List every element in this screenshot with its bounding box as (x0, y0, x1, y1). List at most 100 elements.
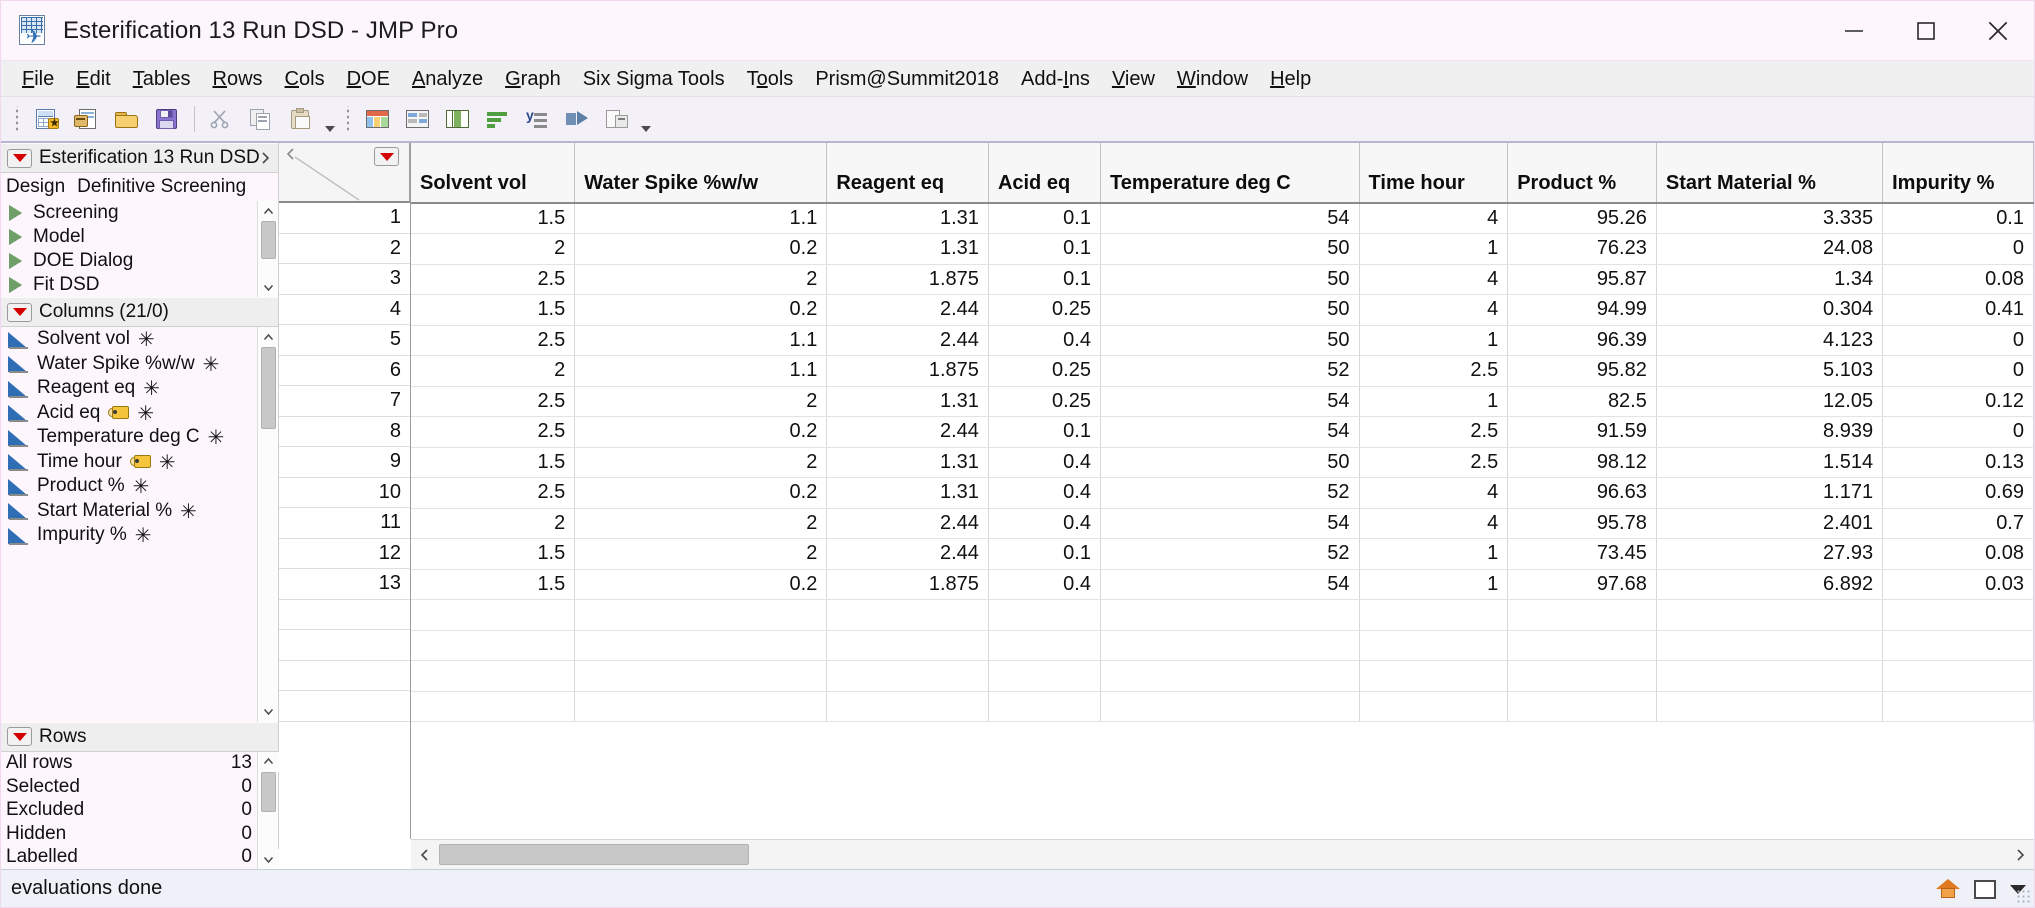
cell[interactable]: 95.26 (1507, 203, 1657, 234)
cell[interactable]: 2.5 (1359, 447, 1509, 478)
minimize-icon[interactable] (1818, 1, 1890, 61)
menu-item-tables[interactable]: Tables (122, 64, 202, 94)
cell[interactable]: 0.2 (574, 294, 828, 326)
rows-stat-selected[interactable]: Selected 0 (1, 775, 278, 799)
script-item-doe-dialog[interactable]: DOE Dialog (1, 249, 278, 273)
maximize-icon[interactable] (1890, 1, 1962, 61)
cell[interactable]: 2.44 (826, 325, 989, 356)
cell[interactable]: 4 (1359, 294, 1509, 326)
toolbar-grip-2[interactable] (344, 106, 354, 132)
cell[interactable]: 1.875 (826, 355, 989, 387)
cell[interactable]: 1.5 (411, 203, 576, 234)
cell[interactable]: 0.2 (574, 416, 828, 448)
row-number-cell[interactable]: 11 (279, 508, 410, 539)
menu-item-rows[interactable]: Rows (202, 64, 274, 94)
cell[interactable]: 1 (1359, 325, 1509, 356)
cell[interactable]: 52 (1100, 538, 1360, 570)
cell[interactable]: 94.99 (1507, 294, 1657, 326)
row-number-cell[interactable]: 8 (279, 416, 410, 447)
horizontal-scrollbar[interactable] (411, 839, 2034, 869)
cell[interactable]: 54 (1100, 416, 1360, 448)
script-item-screening[interactable]: Screening (1, 201, 278, 225)
menu-item-analyze[interactable]: Analyze (401, 64, 494, 94)
cell[interactable]: 27.93 (1656, 538, 1884, 570)
cell[interactable]: 4.123 (1656, 325, 1884, 356)
cell[interactable]: 1 (1359, 569, 1509, 600)
cell[interactable]: 1.5 (411, 569, 576, 600)
cell[interactable]: 0.08 (1882, 538, 2034, 570)
cell[interactable]: 1.171 (1656, 477, 1884, 509)
cell[interactable]: 1.31 (826, 233, 989, 265)
cell[interactable]: 0.4 (988, 569, 1101, 600)
toolbar-grip-1[interactable] (13, 106, 23, 132)
cell[interactable]: 2.44 (826, 538, 989, 570)
column-header-impurity-pct[interactable]: Impurity % (1882, 143, 2034, 204)
new-data-table-button[interactable]: ★ (29, 102, 65, 136)
cell[interactable]: 0.7 (1882, 508, 2034, 539)
column-header-temperature-deg-c[interactable]: Temperature deg C (1100, 143, 1360, 204)
columns-red-triangle-menu[interactable] (7, 302, 32, 322)
cell[interactable]: 1 (1359, 386, 1509, 417)
split-table-button[interactable] (440, 102, 476, 136)
column-header-reagent-eq[interactable]: Reagent eq (826, 143, 989, 204)
scroll-left-icon[interactable] (411, 840, 439, 870)
cell[interactable]: 8.939 (1656, 416, 1884, 448)
cell[interactable]: 1.5 (411, 447, 576, 478)
menu-item-edit[interactable]: Edit (65, 64, 121, 94)
cell[interactable]: 1.1 (574, 203, 828, 234)
cell[interactable]: 2.44 (826, 416, 989, 448)
cell[interactable]: 0.1 (1882, 203, 2034, 234)
scroll-down-icon[interactable] (257, 277, 278, 297)
column-header-acid-eq[interactable]: Acid eq (988, 143, 1101, 204)
scroll-up-icon[interactable] (257, 201, 278, 221)
cell[interactable]: 2.5 (411, 386, 576, 417)
cut-button[interactable] (204, 102, 240, 136)
copy-button[interactable] (244, 102, 280, 136)
column-item-solvent-vol[interactable]: Solvent vol ✳ (1, 327, 278, 352)
window-icon[interactable] (1974, 879, 1996, 899)
cell[interactable]: 0.08 (1882, 264, 2034, 295)
cell[interactable]: 0.2 (574, 569, 828, 600)
column-header-water-spike[interactable]: Water Spike %w/w (574, 143, 828, 204)
cell[interactable]: 24.08 (1656, 233, 1884, 265)
cell[interactable]: 0.12 (1882, 386, 2034, 417)
cell[interactable]: 82.5 (1507, 386, 1657, 417)
rows-red-triangle-menu[interactable] (7, 727, 32, 746)
cell[interactable]: 3.335 (1656, 203, 1884, 234)
menu-item-add-ins[interactable]: Add-Ins (1010, 64, 1101, 94)
cell[interactable]: 2 (411, 233, 576, 265)
cell[interactable]: 95.78 (1507, 508, 1657, 539)
column-header-product-pct[interactable]: Product % (1507, 143, 1657, 204)
cell[interactable]: 1.31 (826, 203, 989, 234)
cell[interactable]: 1.31 (826, 447, 989, 478)
menu-item-tools[interactable]: Tools (736, 64, 805, 94)
toolbar-overflow-button-1[interactable] (322, 102, 338, 136)
stack-table-button[interactable]: y (520, 102, 556, 136)
menu-item-file[interactable]: File (11, 64, 65, 94)
row-number-cell[interactable]: 9 (279, 447, 410, 478)
cell[interactable]: 1.34 (1656, 264, 1884, 295)
cell[interactable]: 4 (1359, 477, 1509, 509)
scroll-down-icon[interactable] (257, 701, 278, 722)
sort-table-button[interactable] (480, 102, 516, 136)
row-number-cell[interactable]: 3 (279, 264, 410, 295)
cell[interactable]: 2.401 (1656, 508, 1884, 539)
scroll-up-icon[interactable] (257, 327, 278, 347)
cell[interactable]: 4 (1359, 264, 1509, 295)
column-item-impurity-pct[interactable]: Impurity % ✳ (1, 523, 278, 548)
cell[interactable]: 1.514 (1656, 447, 1884, 478)
cell[interactable]: 1.5 (411, 538, 576, 570)
cell[interactable]: 2 (574, 386, 828, 417)
cell[interactable]: 73.45 (1507, 538, 1657, 570)
cell[interactable]: 0.2 (574, 477, 828, 509)
open-file-button[interactable] (109, 102, 145, 136)
run-script-icon[interactable] (9, 253, 22, 269)
row-number-cell[interactable]: 5 (279, 325, 410, 356)
rows-stat-labelled[interactable]: Labelled 0 (1, 846, 278, 870)
cell[interactable]: 54 (1100, 203, 1360, 234)
menu-item-help[interactable]: Help (1259, 64, 1322, 94)
cell[interactable]: 0.69 (1882, 477, 2034, 509)
cell[interactable]: 0.41 (1882, 294, 2034, 326)
scripts-scroll-track[interactable] (258, 221, 279, 277)
row-number-cell[interactable]: 10 (279, 477, 410, 508)
